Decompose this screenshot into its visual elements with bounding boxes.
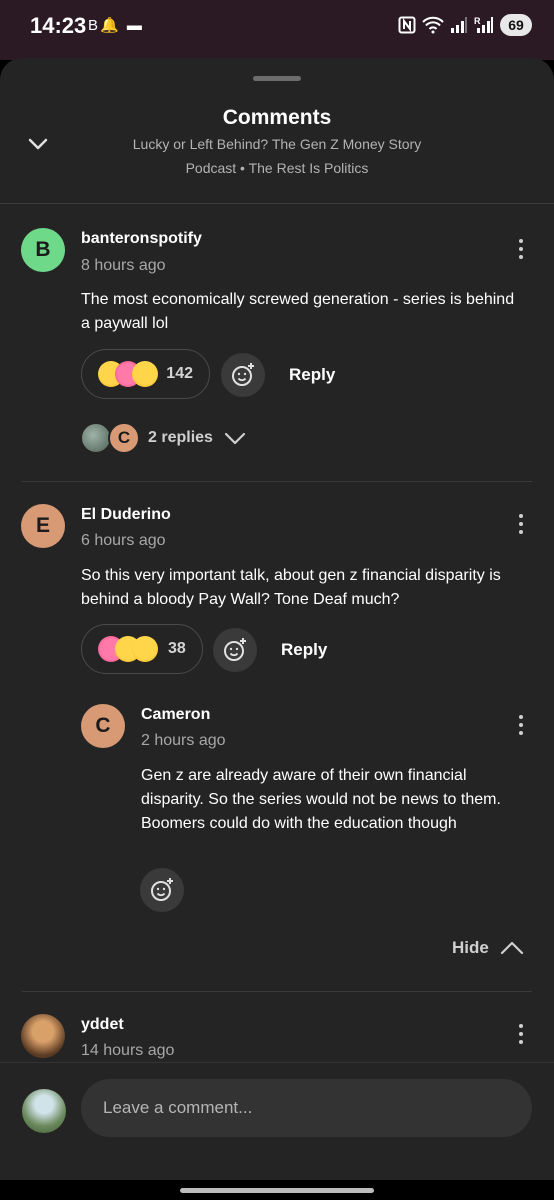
- comment-time: 8 hours ago: [81, 257, 166, 274]
- comment-author[interactable]: El Duderino: [81, 506, 171, 524]
- reply-button[interactable]: Reply: [289, 365, 335, 385]
- reply-avatar: C: [108, 422, 140, 454]
- avatar[interactable]: [21, 1014, 65, 1058]
- signal-r-icon: R: [474, 16, 493, 33]
- add-emoji-icon: [232, 363, 254, 386]
- more-options-icon[interactable]: [511, 1020, 531, 1048]
- status-right-icons: R 69: [398, 14, 532, 36]
- reaction-emojis: [98, 361, 158, 387]
- reply-author[interactable]: Cameron: [141, 706, 210, 724]
- more-options-icon[interactable]: [511, 510, 531, 538]
- reaction-count: 38: [168, 640, 186, 657]
- chevron-up-icon: [500, 941, 523, 955]
- comment-time: 14 hours ago: [81, 1042, 175, 1059]
- status-bar: 14:23 B🔔 ▬ R 69: [0, 0, 554, 60]
- comment-divider: [22, 481, 532, 482]
- home-gesture-bar[interactable]: [180, 1188, 374, 1193]
- avatar[interactable]: B: [21, 228, 65, 272]
- notification-icons: B🔔 ▬: [88, 17, 144, 34]
- add-emoji-icon: [151, 878, 173, 901]
- chevron-down-icon: [224, 432, 246, 445]
- comment-divider: [22, 991, 532, 992]
- header-divider: [0, 203, 554, 204]
- reply-button[interactable]: Reply: [281, 640, 327, 660]
- view-replies[interactable]: C 2 replies: [80, 422, 247, 454]
- wifi-icon: [422, 16, 444, 34]
- reaction-emojis: [98, 636, 158, 662]
- reaction-pill[interactable]: 38: [81, 624, 203, 674]
- comments-sheet: Comments Lucky or Left Behind? The Gen Z…: [0, 58, 554, 1200]
- reply-time: 2 hours ago: [141, 732, 226, 749]
- reaction-count: 142: [166, 365, 193, 382]
- comment-time: 6 hours ago: [81, 532, 166, 549]
- comment-author[interactable]: banteronspotify: [81, 230, 202, 248]
- status-time: 14:23: [30, 13, 87, 38]
- battery-indicator: 69: [500, 14, 532, 36]
- more-options-icon[interactable]: [511, 235, 531, 263]
- replies-count: 2 replies: [148, 429, 213, 446]
- avatar-letter: E: [35, 514, 50, 537]
- pleading-emoji-icon: [132, 636, 158, 662]
- add-reaction-button[interactable]: [140, 868, 184, 912]
- reaction-pill[interactable]: 142: [81, 349, 210, 399]
- pleading-emoji-icon: [132, 361, 158, 387]
- add-reaction-button[interactable]: [221, 353, 265, 397]
- avatar-letter: B: [35, 238, 51, 261]
- comment-input[interactable]: Leave a comment...: [81, 1079, 532, 1137]
- system-nav-bar: [0, 1180, 554, 1200]
- avatar-letter: C: [95, 714, 111, 737]
- signal-icon: [451, 17, 467, 33]
- avatar[interactable]: E: [21, 504, 65, 548]
- user-avatar: [22, 1089, 66, 1133]
- comment-text: The most economically screwed generation…: [81, 291, 515, 332]
- nfc-icon: [398, 16, 416, 34]
- add-emoji-icon: [224, 638, 246, 661]
- hide-replies-button[interactable]: Hide: [452, 938, 525, 958]
- more-options-icon[interactable]: [511, 711, 531, 739]
- show-info: Podcast • The Rest Is Politics: [185, 160, 369, 176]
- episode-title: Lucky or Left Behind? The Gen Z Money St…: [132, 136, 422, 152]
- drag-handle[interactable]: [253, 76, 301, 81]
- reply-avatar[interactable]: C: [81, 704, 125, 748]
- sheet-title: Comments: [222, 106, 332, 129]
- comment-text: So this very important talk, about gen z…: [81, 567, 501, 608]
- add-reaction-button[interactable]: [213, 628, 257, 672]
- hide-label: Hide: [452, 938, 489, 957]
- reply-text: Gen z are already aware of their own fin…: [141, 767, 501, 832]
- svg-text:R: R: [474, 16, 481, 26]
- comment-author[interactable]: yddet: [81, 1016, 124, 1034]
